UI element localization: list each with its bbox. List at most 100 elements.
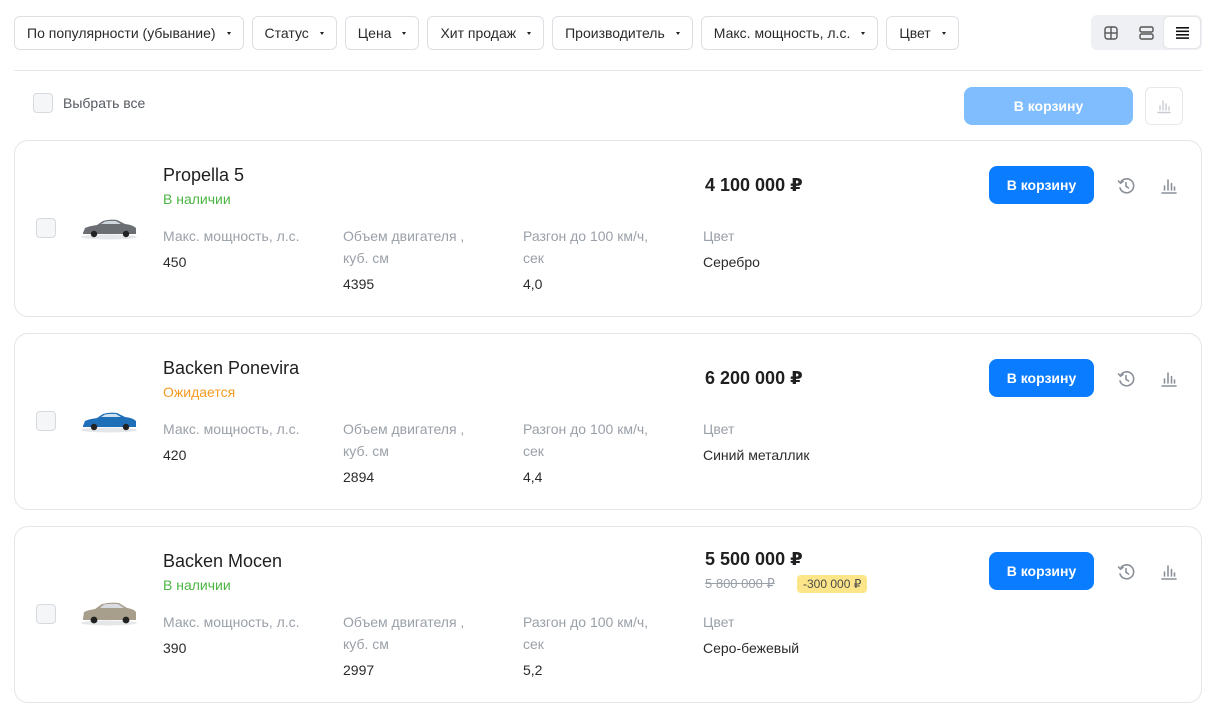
old-price: 5 800 000 ₽ xyxy=(705,576,775,591)
history-icon xyxy=(1117,371,1135,387)
rows-view-icon xyxy=(1139,25,1154,40)
engine-spec: Объем двигателя , куб. см 2997 xyxy=(343,611,464,681)
power-spec: Макс. мощность, л.с. 420 xyxy=(163,418,300,466)
caret-down-icon xyxy=(861,31,866,35)
add-to-cart-button[interactable]: В корзину xyxy=(989,166,1094,204)
select-all-checkbox[interactable] xyxy=(33,93,53,113)
engine-spec-label-2: куб. см xyxy=(343,443,389,459)
history-icon xyxy=(1117,178,1135,194)
caret-down-icon xyxy=(226,31,231,35)
price: 5 500 000 ₽ xyxy=(705,549,803,569)
compare-chart-icon xyxy=(1161,372,1177,387)
status-filter-label: Статус xyxy=(264,25,309,41)
engine-spec: Объем двигателя , куб. см 2894 xyxy=(343,418,464,488)
engine-spec-value: 2894 xyxy=(343,469,375,485)
power-spec-value: 450 xyxy=(163,254,187,270)
product-name[interactable]: Propella 5 xyxy=(163,165,244,186)
acceleration-spec-label-2: сек xyxy=(523,250,544,266)
acceleration-spec-value: 4,0 xyxy=(523,276,543,292)
sort-dropdown[interactable]: По популярности (убывание) xyxy=(14,16,244,50)
color-spec: Цвет Синий металлик xyxy=(703,418,809,466)
price: 4 100 000 ₽ xyxy=(705,175,803,195)
engine-spec-value: 2997 xyxy=(343,662,375,678)
manufacturer-filter-label: Производитель xyxy=(565,25,665,41)
product-checkbox[interactable] xyxy=(36,411,56,431)
caret-down-icon xyxy=(675,31,680,35)
color-spec-label: Цвет xyxy=(703,614,735,630)
acceleration-spec: Разгон до 100 км/ч, сек 4,4 xyxy=(523,418,648,488)
power-filter-label: Макс. мощность, л.с. xyxy=(713,25,851,41)
price-filter[interactable]: Цена xyxy=(344,16,420,50)
view-switcher xyxy=(1091,15,1202,50)
color-spec-label: Цвет xyxy=(703,421,735,437)
power-spec: Макс. мощность, л.с. 390 xyxy=(163,611,300,659)
select-all: Выбрать все xyxy=(33,93,145,113)
product-checkbox[interactable] xyxy=(36,218,56,238)
caret-down-icon xyxy=(402,31,407,35)
list-view-button[interactable] xyxy=(1164,17,1201,48)
grid-view-icon xyxy=(1104,25,1118,40)
car-thumbnail[interactable] xyxy=(79,406,139,436)
list-view-icon xyxy=(1175,27,1189,39)
color-spec-label: Цвет xyxy=(703,228,735,244)
compare-button[interactable] xyxy=(1158,175,1180,197)
manufacturer-filter[interactable]: Производитель xyxy=(552,16,693,50)
compare-button[interactable] xyxy=(1158,561,1180,583)
add-to-cart-button[interactable]: В корзину xyxy=(989,359,1094,397)
car-thumbnail[interactable] xyxy=(79,213,139,243)
history-icon xyxy=(1117,564,1135,580)
rows-view-button[interactable] xyxy=(1129,17,1165,48)
color-filter-label: Цвет xyxy=(899,25,931,41)
engine-spec-label-2: куб. см xyxy=(343,250,389,266)
acceleration-spec: Разгон до 100 км/ч, сек 5,2 xyxy=(523,611,648,681)
acceleration-spec-label-2: сек xyxy=(523,443,544,459)
acceleration-spec-label-2: сек xyxy=(523,636,544,652)
stock-status: Ожидается xyxy=(163,384,236,400)
bestseller-filter-label: Хит продаж xyxy=(440,25,517,41)
product-card: Backen Ponevira Ожидается Макс. мощность… xyxy=(14,333,1202,510)
power-spec-label: Макс. мощность, л.с. xyxy=(163,614,300,630)
price-history-button[interactable] xyxy=(1115,175,1137,197)
price-history-button[interactable] xyxy=(1115,561,1137,583)
status-filter[interactable]: Статус xyxy=(251,16,337,50)
power-spec-value: 390 xyxy=(163,640,187,656)
engine-spec-label-1: Объем двигателя , xyxy=(343,421,465,437)
bulk-compare-button[interactable] xyxy=(1145,87,1183,125)
color-spec-value: Синий металлик xyxy=(703,447,810,463)
select-all-label: Выбрать все xyxy=(63,95,146,111)
compare-chart-icon xyxy=(1161,179,1177,194)
engine-spec-label-1: Объем двигателя , xyxy=(343,228,465,244)
filter-bar: По популярности (убывание) Статус Цена Х… xyxy=(14,16,959,50)
bestseller-filter[interactable]: Хит продаж xyxy=(427,16,545,50)
toolbar-divider xyxy=(14,70,1202,71)
price-history-button[interactable] xyxy=(1115,368,1137,390)
engine-spec-label-1: Объем двигателя , xyxy=(343,614,465,630)
price: 6 200 000 ₽ xyxy=(705,368,803,388)
acceleration-spec-label-1: Разгон до 100 км/ч, xyxy=(523,228,649,244)
power-filter[interactable]: Макс. мощность, л.с. xyxy=(700,16,879,50)
engine-spec-label-2: куб. см xyxy=(343,636,389,652)
engine-spec-value: 4395 xyxy=(343,276,375,292)
compare-button[interactable] xyxy=(1158,368,1180,390)
color-spec-value: Серебро xyxy=(703,254,760,270)
compare-chart-icon xyxy=(1157,100,1171,114)
color-filter[interactable]: Цвет xyxy=(886,16,959,50)
engine-spec: Объем двигателя , куб. см 4395 xyxy=(343,225,464,295)
color-spec: Цвет Серо-бежевый xyxy=(703,611,799,659)
add-to-cart-button[interactable]: В корзину xyxy=(989,552,1094,590)
acceleration-spec-label-1: Разгон до 100 км/ч, xyxy=(523,614,649,630)
product-name[interactable]: Backen Ponevira xyxy=(163,358,299,379)
stock-status: В наличии xyxy=(163,577,231,593)
bulk-add-to-cart-button[interactable]: В корзину xyxy=(964,87,1133,125)
car-thumbnail[interactable] xyxy=(79,598,139,628)
grid-view-button[interactable] xyxy=(1093,17,1129,48)
power-spec-label: Макс. мощность, л.с. xyxy=(163,421,300,437)
sort-dropdown-label: По популярности (убывание) xyxy=(27,25,216,41)
product-card: Backen Mocen В наличии Макс. мощность, л… xyxy=(14,526,1202,703)
product-name[interactable]: Backen Mocen xyxy=(163,551,282,572)
acceleration-spec: Разгон до 100 км/ч, сек 4,0 xyxy=(523,225,648,295)
product-checkbox[interactable] xyxy=(36,604,56,624)
caret-down-icon xyxy=(941,31,946,35)
compare-chart-icon xyxy=(1161,565,1177,580)
power-spec-value: 420 xyxy=(163,447,187,463)
